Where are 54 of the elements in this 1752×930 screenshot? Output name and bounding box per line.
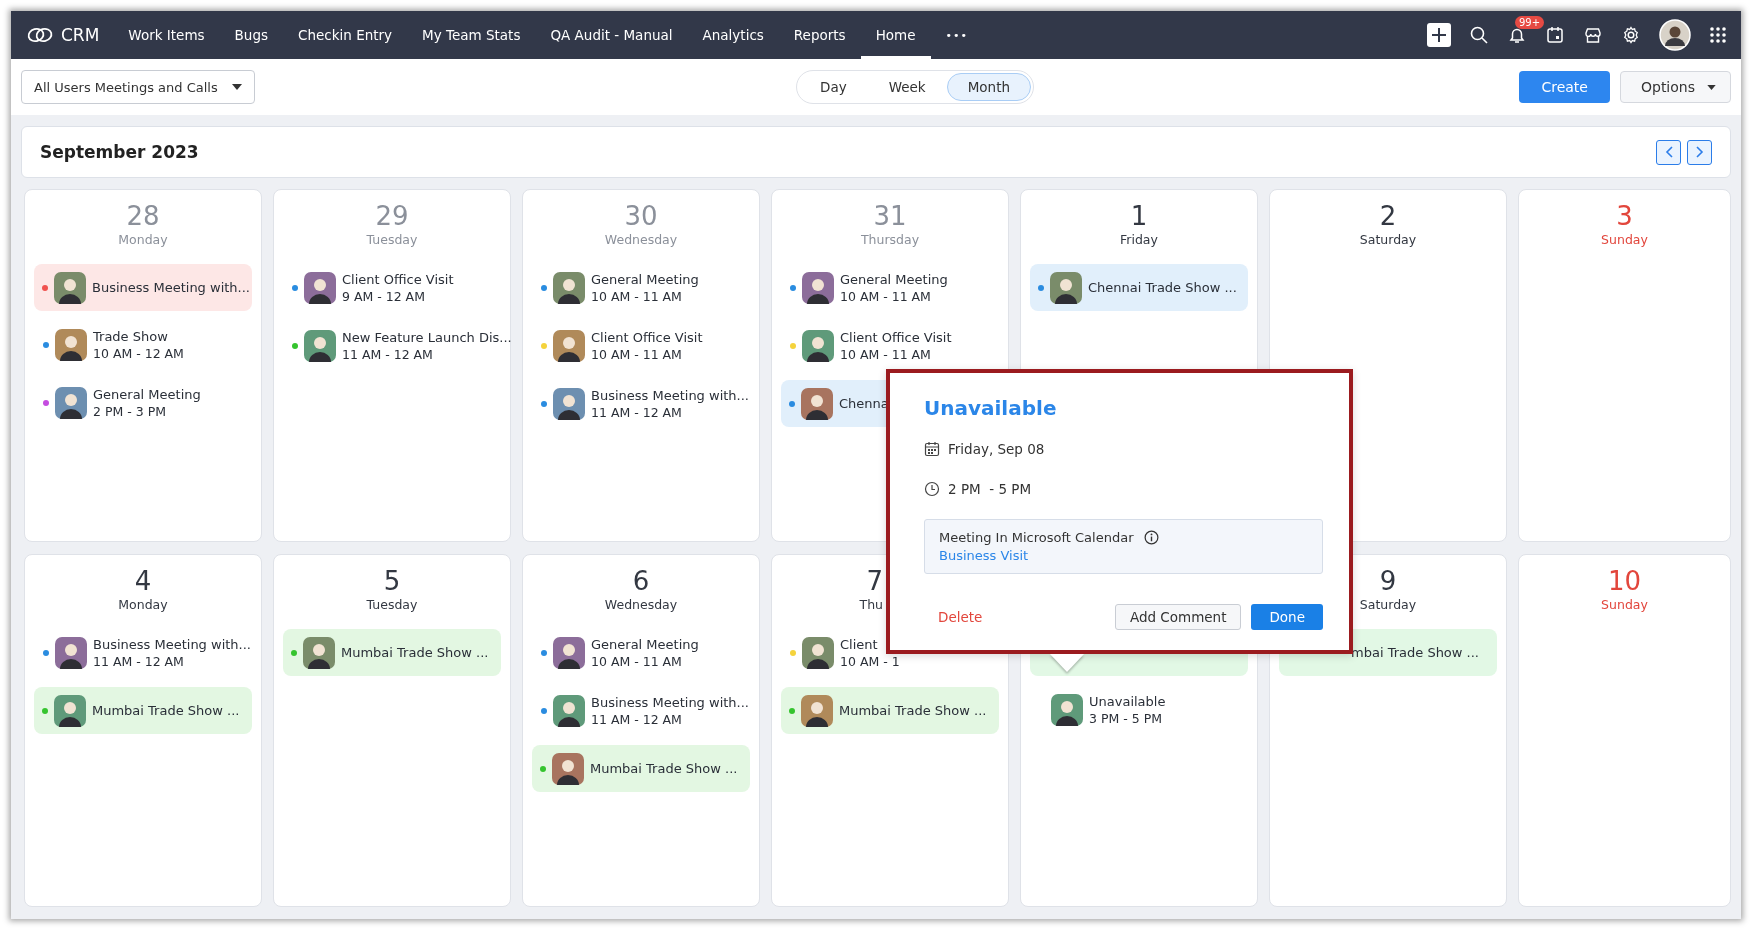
weekday-label: Saturday — [1359, 232, 1417, 247]
notification-badge: 99+ — [1515, 16, 1545, 29]
day-number: 6 — [632, 565, 650, 597]
day-number: 10 — [1607, 565, 1642, 597]
event-time: 10 AM - 11 AM — [591, 654, 683, 669]
weekday-label: Sunday — [1601, 597, 1648, 612]
day-number: 5 — [383, 565, 401, 597]
day-number: 4 — [134, 565, 152, 597]
event-time: 3 PM - 5 PM — [1089, 711, 1163, 726]
event-time: 10 AM - 11 AM — [840, 347, 932, 362]
popover-time: 2 PM - 5 PM — [948, 481, 1032, 497]
event-title: Business Meeting with... — [92, 280, 250, 295]
weekday-label: Wednesday — [604, 597, 678, 612]
day-number: 9 — [1379, 565, 1397, 597]
weekday-label: Thursday — [860, 232, 920, 247]
weekday-label: Thu — [859, 597, 883, 612]
popover-title: Unavailable — [924, 395, 1058, 421]
month-title: September 2023 — [40, 142, 199, 162]
day-number: 3 — [1616, 200, 1633, 232]
event-time: 10 AM - 11 AM — [591, 289, 683, 304]
popover-date: Friday, Sep 08 — [948, 441, 1045, 457]
weekday-label: Saturday — [1359, 597, 1417, 612]
weekday-label: Wednesday — [604, 232, 678, 247]
day-number: 28 — [126, 200, 160, 232]
day-number: 7 — [866, 565, 883, 597]
event-title: mbai Trade Show ... — [1351, 645, 1479, 660]
day-number: 2 — [1379, 200, 1397, 232]
day-number: 31 — [873, 200, 907, 232]
event-title: Mumbai Trade Show ... — [341, 645, 489, 660]
weekday-label: Sunday — [1601, 232, 1648, 247]
event-time: 11 AM - 12 AM — [342, 347, 434, 362]
weekday-label: Monday — [118, 597, 168, 612]
weekday-label: Friday — [1120, 232, 1158, 247]
event-time: 11 AM - 12 AM — [591, 405, 683, 420]
event-time: 2 PM - 3 PM — [93, 404, 167, 419]
day-number: 1 — [1130, 200, 1148, 232]
event-title: Mumbai Trade Show ... — [839, 703, 987, 718]
event-time: 9 AM - 12 AM — [342, 289, 426, 304]
app-name: CRM — [61, 25, 100, 45]
weekday-label: Monday — [118, 232, 168, 247]
calendar-source: Meeting In Microsoft Calendar — [939, 530, 1134, 545]
day-number: 29 — [375, 200, 409, 232]
day-number: 30 — [624, 200, 658, 232]
event-time: 10 AM - 11 AM — [591, 347, 683, 362]
event-time: 11 AM - 12 AM — [93, 654, 185, 669]
event-title: Mumbai Trade Show ... — [590, 761, 738, 776]
weekday-label: Tuesday — [366, 232, 418, 247]
event-time: 11 AM - 12 AM — [591, 712, 683, 727]
weekday-label: Tuesday — [366, 597, 418, 612]
event-title: Chennai Trade Show ... — [1088, 280, 1237, 295]
event-time: 10 AM - 1 — [840, 654, 900, 669]
event-time: 10 AM - 12 AM — [93, 346, 184, 361]
event-time: 10 AM - 11 AM — [840, 289, 932, 304]
event-title: Mumbai Trade Show ... — [92, 703, 240, 718]
